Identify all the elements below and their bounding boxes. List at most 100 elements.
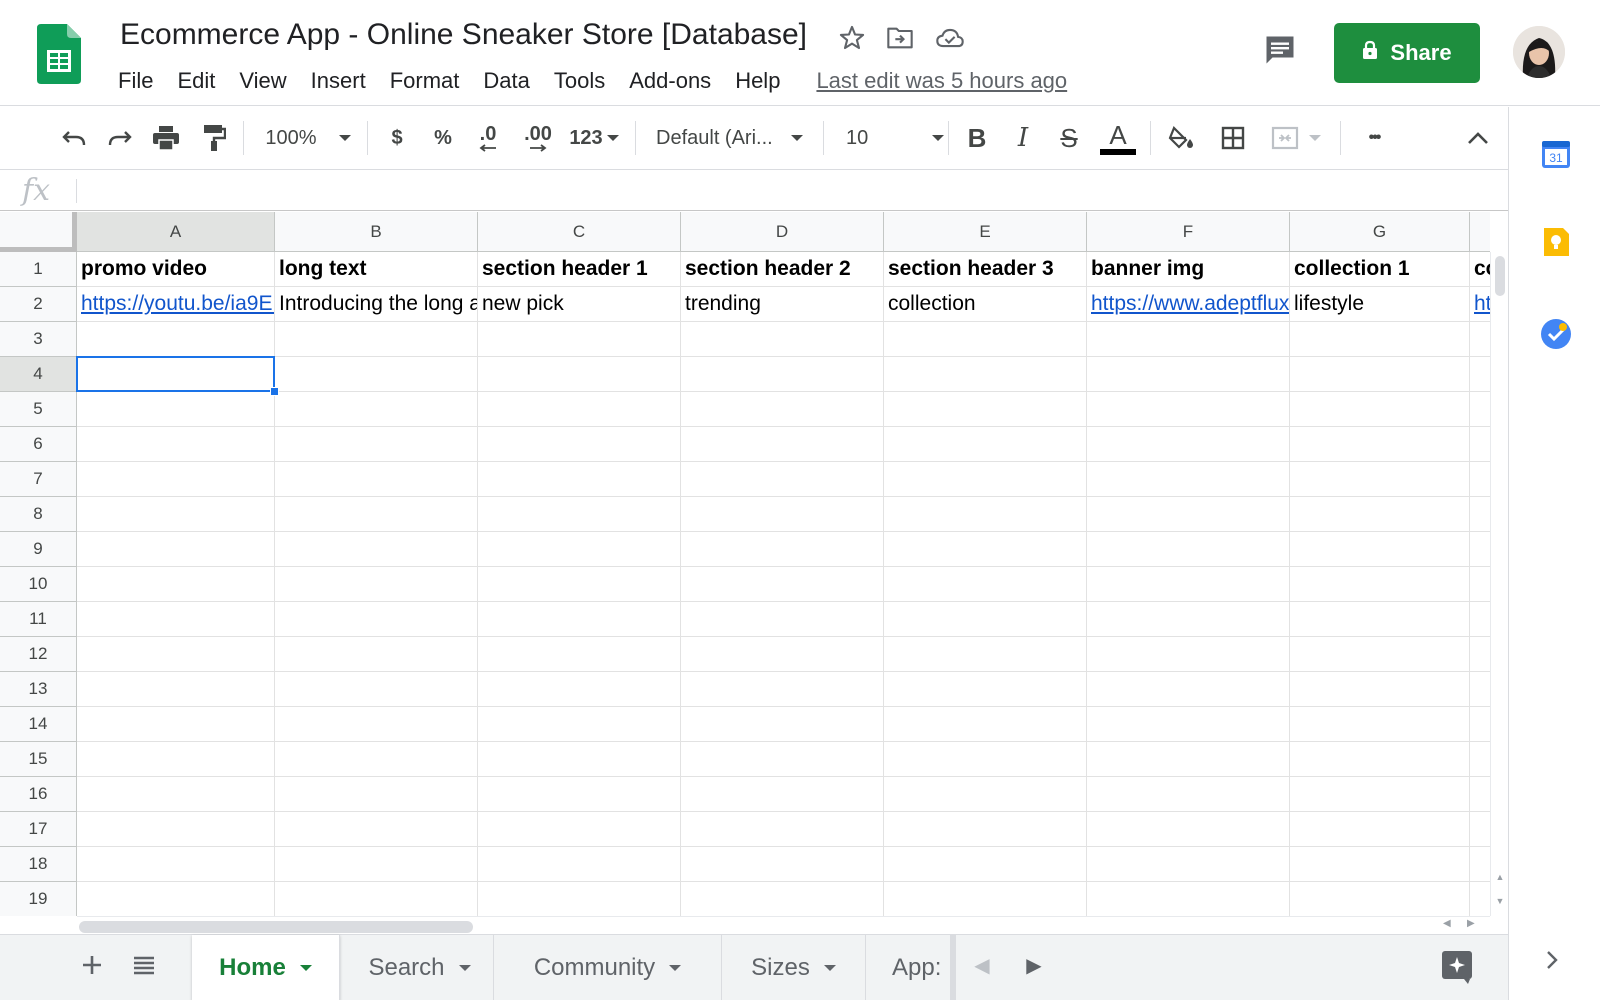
cell-a17[interactable] [77,812,275,847]
cell-d17[interactable] [681,812,884,847]
cell-a10[interactable] [77,567,275,602]
cell-d4[interactable] [681,357,884,392]
row-header-11[interactable]: 11 [0,602,77,637]
cell-g8[interactable] [1290,497,1470,532]
cell-b12[interactable] [275,637,478,672]
explore-icon[interactable] [1440,949,1476,985]
row-header-14[interactable]: 14 [0,707,77,742]
cell-h2[interactable]: https:// [1470,287,1490,322]
cell-c5[interactable] [478,392,681,427]
cell-g18[interactable] [1290,847,1470,882]
cell-h17[interactable] [1470,812,1490,847]
cell-a19[interactable] [77,882,275,916]
cell-a9[interactable] [77,532,275,567]
comments-icon[interactable] [1262,32,1302,72]
more-options-icon[interactable]: ••• [1354,119,1394,157]
cell-e4[interactable] [884,357,1087,392]
cell-a3[interactable] [77,322,275,357]
cell-e3[interactable] [884,322,1087,357]
cell-g11[interactable] [1290,602,1470,637]
scroll-tabs-left-icon[interactable]: ◀ [962,945,1002,985]
cell-f10[interactable] [1087,567,1290,602]
cell-b19[interactable] [275,882,478,916]
decrease-decimal-button[interactable]: .0 [470,119,506,157]
cell-e1[interactable]: section header 3 [884,252,1087,287]
cell-h14[interactable] [1470,707,1490,742]
keep-icon[interactable] [1539,225,1573,259]
cell-e7[interactable] [884,462,1087,497]
cell-d18[interactable] [681,847,884,882]
cell-h18[interactable] [1470,847,1490,882]
cell-g9[interactable] [1290,532,1470,567]
cell-g1[interactable]: collection 1 [1290,252,1470,287]
cell-a1[interactable]: promo video [77,252,275,287]
cell-b14[interactable] [275,707,478,742]
row-header-8[interactable]: 8 [0,497,77,532]
cell-f13[interactable] [1087,672,1290,707]
horizontal-scrollbar[interactable]: ◀ ▶ [77,916,1490,934]
move-to-folder-icon[interactable] [884,24,916,52]
menu-data[interactable]: Data [471,68,541,94]
cell-c11[interactable] [478,602,681,637]
cell-b1[interactable]: long text [275,252,478,287]
strikethrough-button[interactable]: S [1054,119,1084,157]
cell-b10[interactable] [275,567,478,602]
row-header-10[interactable]: 10 [0,567,77,602]
cell-a15[interactable] [77,742,275,777]
menu-format[interactable]: Format [378,68,472,94]
fill-color-icon[interactable] [1164,119,1200,157]
paint-format-icon[interactable] [196,119,232,157]
cell-e6[interactable] [884,427,1087,462]
row-header-17[interactable]: 17 [0,812,77,847]
cell-d13[interactable] [681,672,884,707]
zoom-select[interactable]: 100% [258,119,358,157]
menu-tools[interactable]: Tools [542,68,617,94]
row-header-18[interactable]: 18 [0,847,77,882]
cell-h1[interactable]: collection 2 [1470,252,1490,287]
cell-e10[interactable] [884,567,1087,602]
cell-a5[interactable] [77,392,275,427]
tasks-icon[interactable] [1539,317,1573,351]
last-edit-link[interactable]: Last edit was 5 hours ago [816,68,1067,94]
cell-d9[interactable] [681,532,884,567]
cell-c14[interactable] [478,707,681,742]
cell-e9[interactable] [884,532,1087,567]
cell-h9[interactable] [1470,532,1490,567]
cell-b16[interactable] [275,777,478,812]
collapse-menus-icon[interactable] [1460,119,1496,157]
cell-g6[interactable] [1290,427,1470,462]
cell-a2[interactable]: https://youtu.be/ia9EMtT_C4Q [77,287,275,322]
cell-d7[interactable] [681,462,884,497]
cell-c12[interactable] [478,637,681,672]
add-sheet-icon[interactable] [72,945,112,985]
cell-f19[interactable] [1087,882,1290,916]
row-header-5[interactable]: 5 [0,392,77,427]
row-header-6[interactable]: 6 [0,427,77,462]
scroll-right-icon[interactable]: ▶ [1467,918,1475,929]
cell-a6[interactable] [77,427,275,462]
cell-g13[interactable] [1290,672,1470,707]
borders-icon[interactable] [1216,119,1250,157]
cell-a8[interactable] [77,497,275,532]
undo-icon[interactable] [56,119,92,157]
cell-e14[interactable] [884,707,1087,742]
font-size-select[interactable]: 10 [846,119,944,157]
cell-c7[interactable] [478,462,681,497]
cell-e2[interactable]: collection [884,287,1087,322]
star-icon[interactable] [836,24,868,52]
cell-f1[interactable]: banner img [1087,252,1290,287]
fill-handle[interactable] [270,387,279,396]
cell-d12[interactable] [681,637,884,672]
sheet-tab-search[interactable]: Search [346,935,494,1000]
avatar[interactable] [1513,26,1565,78]
row-header-15[interactable]: 15 [0,742,77,777]
cell-b7[interactable] [275,462,478,497]
cell-h16[interactable] [1470,777,1490,812]
cell-e19[interactable] [884,882,1087,916]
scroll-tabs-right-icon[interactable]: ▶ [1014,945,1054,985]
row-header-16[interactable]: 16 [0,777,77,812]
cell-g12[interactable] [1290,637,1470,672]
cell-f16[interactable] [1087,777,1290,812]
cell-b6[interactable] [275,427,478,462]
cell-g17[interactable] [1290,812,1470,847]
